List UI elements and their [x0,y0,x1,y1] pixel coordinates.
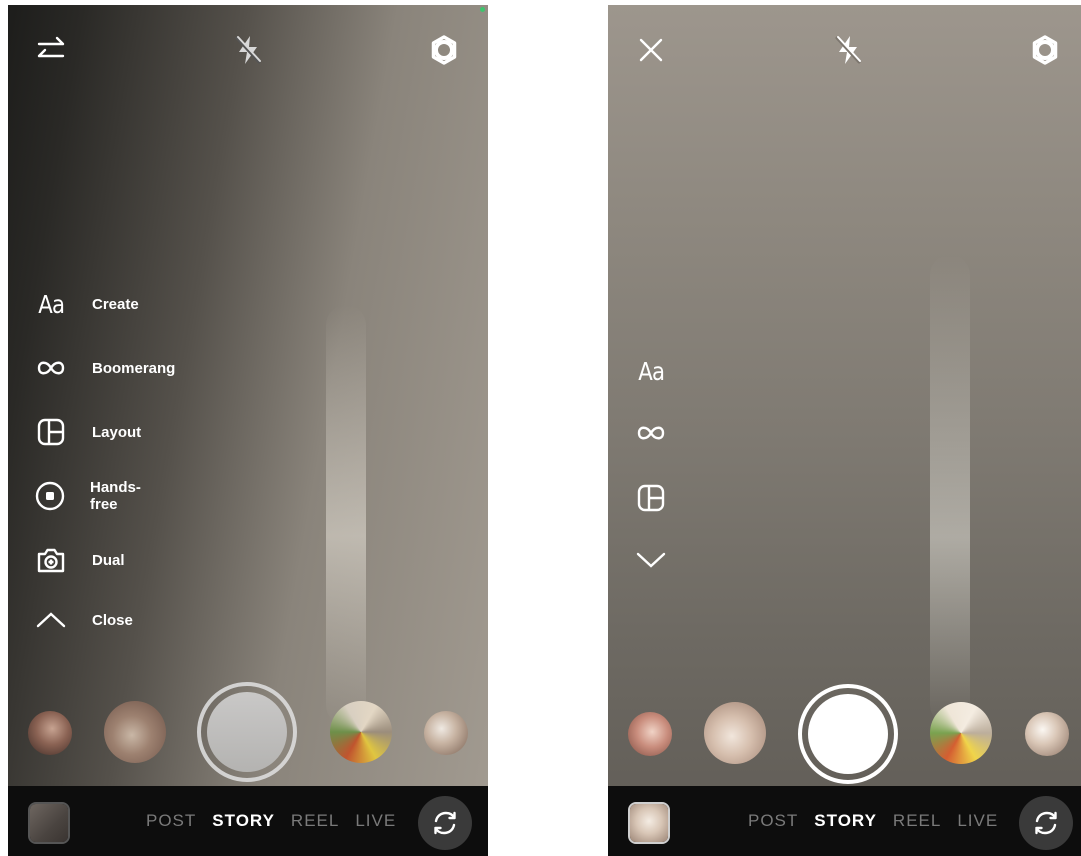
menu-label: Boomerang [92,359,176,377]
effect-thumbnail[interactable] [330,701,392,763]
menu-label: Close [92,611,133,629]
mode-selector: POST STORY REEL LIVE [146,786,396,856]
layout-icon [634,481,668,515]
chevron-up-icon [34,603,68,637]
menu-item-hands-free[interactable]: Hands-free [34,478,143,514]
status-indicator-dot [480,7,485,12]
menu-label: Dual [92,551,125,569]
flip-camera-button[interactable] [418,796,472,850]
effect-thumbnail[interactable] [104,701,166,763]
mode-story[interactable]: STORY [212,811,275,831]
shutter-button[interactable] [798,684,898,784]
menu-item-close[interactable]: Close [34,602,133,638]
menu-item-layout[interactable]: Layout [34,414,141,450]
gallery-thumbnail[interactable] [628,802,670,844]
menu-label: Hands-free [90,479,141,513]
menu-item-boomerang[interactable]: Boomerang [34,350,175,386]
light-reflection [930,255,970,725]
light-reflection [326,305,366,725]
flip-camera-button[interactable] [1019,796,1073,850]
menu-item-layout[interactable] [634,480,668,516]
mode-reel[interactable]: REEL [291,811,339,831]
create-text-icon: Aa [634,354,668,388]
menu-label: Layout [92,423,142,441]
hands-free-icon [34,479,66,513]
mode-story[interactable]: STORY [814,811,877,831]
chevron-down-icon [634,543,668,577]
effect-thumbnail[interactable] [28,711,72,755]
swap-arrows-icon[interactable] [34,33,68,67]
mode-selector: POST STORY REEL LIVE [748,786,998,856]
gallery-thumbnail[interactable] [28,802,70,844]
shutter-button[interactable] [197,682,297,782]
mode-post[interactable]: POST [748,811,798,831]
layout-icon [34,415,68,449]
settings-icon[interactable] [427,33,461,67]
flash-off-icon[interactable] [231,33,265,67]
effect-thumbnail[interactable] [704,702,766,764]
camera-screen-expanded-menu: Aa Create Boomerang Layout Hands-free Du… [8,5,488,856]
create-text-icon: Aa [38,289,65,319]
effect-thumbnail[interactable] [628,712,672,756]
boomerang-icon [634,416,668,450]
camera-screen-collapsed-menu: Aa POST STORY REEL LIVE [608,5,1081,856]
close-icon[interactable] [634,33,668,67]
camera-mode-bar: POST STORY REEL LIVE [608,786,1081,856]
menu-item-expand[interactable] [634,542,668,578]
flash-off-icon[interactable] [831,33,865,67]
effect-thumbnail[interactable] [930,702,992,764]
camera-mode-bar: POST STORY REEL LIVE [8,786,488,856]
effect-thumbnail[interactable] [424,711,468,755]
dual-camera-icon [34,543,68,577]
menu-item-create[interactable]: Aa [634,353,668,389]
mode-live[interactable]: LIVE [355,811,396,831]
mode-reel[interactable]: REEL [893,811,941,831]
mode-live[interactable]: LIVE [957,811,998,831]
mode-post[interactable]: POST [146,811,196,831]
effect-thumbnail[interactable] [1025,712,1069,756]
menu-item-dual[interactable]: Dual [34,542,125,578]
flip-camera-icon [434,811,456,835]
menu-item-create[interactable]: Aa Create [34,286,139,322]
menu-label: Create [92,295,139,313]
create-text-label: Aa [638,356,665,386]
settings-icon[interactable] [1028,33,1062,67]
boomerang-icon [34,351,68,385]
flip-camera-icon [1035,811,1057,835]
menu-item-boomerang[interactable] [634,415,668,451]
